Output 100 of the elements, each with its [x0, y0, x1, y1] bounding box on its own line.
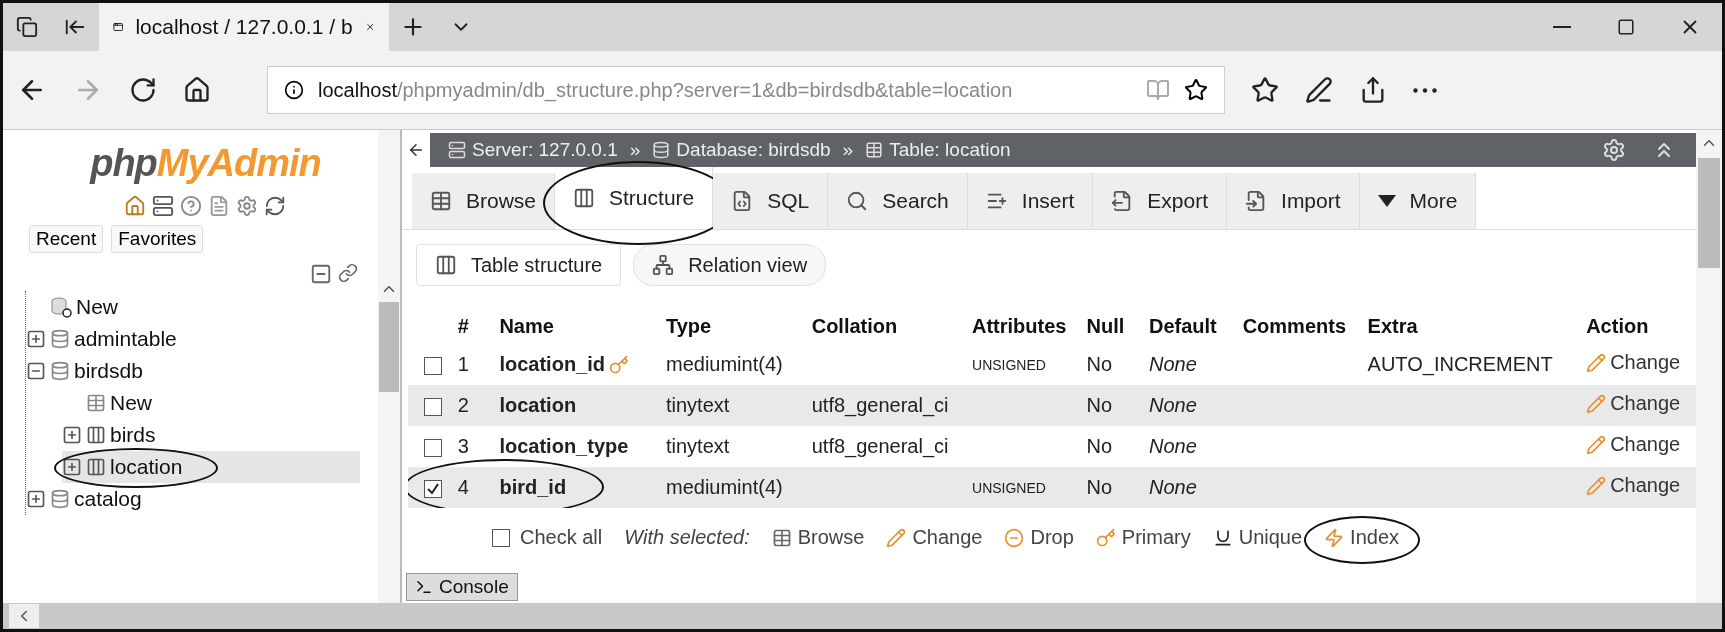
checkbox[interactable]: [424, 397, 442, 416]
tree-item[interactable]: location: [62, 451, 360, 483]
server-icon: [151, 195, 174, 217]
checkbox[interactable]: [424, 479, 442, 498]
address-field[interactable]: localhost/phpmyadmin/db_structure.php?server=1&db=birdsdb&table=location: [267, 66, 1225, 114]
pencil-icon: [1586, 352, 1607, 373]
pencil-icon: [1586, 434, 1607, 455]
breadcrumb-link[interactable]: Server: 127.0.0.1: [472, 139, 618, 161]
change-link[interactable]: Change: [1586, 351, 1681, 375]
table-icon: [865, 141, 884, 159]
sub-tab[interactable]: Relation view: [633, 244, 827, 286]
table-cell: mediumint(4): [661, 467, 808, 508]
dropdown-triangle-icon: [1377, 195, 1396, 207]
home-button[interactable]: [183, 76, 211, 104]
minimize-icon: [1553, 26, 1571, 28]
column-header: Name: [498, 313, 555, 339]
change-link[interactable]: Change: [1586, 433, 1681, 457]
column-name: location_type: [499, 435, 629, 458]
columns-icon: [573, 187, 596, 209]
table-cell: utf8_general_ci: [807, 385, 968, 426]
tab[interactable]: Export: [1093, 173, 1228, 229]
checkbox[interactable]: [424, 438, 442, 457]
pencil-icon: [886, 527, 907, 548]
breadcrumb-link[interactable]: Table: location: [889, 139, 1011, 161]
console-button[interactable]: Console: [406, 573, 518, 601]
with-selected-label: With selected:: [624, 526, 750, 549]
table-cell: None: [1144, 467, 1239, 508]
change-link[interactable]: Change: [1586, 474, 1681, 498]
tree-item[interactable]: New: [62, 387, 360, 419]
check-all-label[interactable]: Check all: [520, 526, 603, 549]
search-icon: [846, 190, 869, 212]
phpmyadmin-logo[interactable]: phpMyAdmin: [90, 142, 321, 185]
table-cell: 1: [453, 344, 496, 385]
expand-icon: [26, 329, 46, 349]
table-cell: UNSIGNED: [968, 344, 1083, 385]
checkbox[interactable]: [492, 528, 510, 547]
sidebar-tab[interactable]: Recent: [29, 225, 104, 253]
column-header: Default: [1147, 313, 1218, 339]
settings-icon: [235, 195, 258, 217]
tab[interactable]: Browse: [412, 173, 556, 229]
lightning-icon: [1324, 527, 1345, 548]
bulk-action-button[interactable]: Primary: [1095, 526, 1191, 549]
column-name: location: [499, 394, 577, 417]
bulk-action-button[interactable]: Change: [886, 526, 983, 549]
relation-icon: [652, 254, 675, 276]
tab[interactable]: Search: [828, 173, 968, 229]
collapse-icon: [26, 361, 46, 381]
table-icon: [771, 527, 792, 548]
refresh-button[interactable]: [129, 76, 157, 104]
tree-item[interactable]: birds: [62, 419, 360, 451]
sub-tab[interactable]: Table structure: [416, 244, 622, 286]
bulk-action-button[interactable]: Browse: [771, 526, 865, 549]
column-header: #: [456, 313, 470, 339]
checkbox[interactable]: [424, 356, 442, 375]
breadcrumb-separator: »: [629, 139, 641, 161]
scrollbar-thumb[interactable]: [1698, 158, 1720, 268]
tree-item[interactable]: birdsdb: [26, 355, 360, 387]
tree-item[interactable]: catalog: [26, 483, 360, 515]
table-cell: None: [1144, 426, 1239, 467]
scroll-left-button[interactable]: [9, 604, 39, 628]
column-header: Action: [1585, 313, 1650, 339]
expand-icon: [62, 425, 82, 445]
breadcrumb-separator: »: [842, 139, 854, 161]
tab[interactable]: Insert: [967, 173, 1094, 229]
favorites-button[interactable]: [1251, 76, 1279, 104]
database-add-icon: [50, 296, 72, 318]
home-icon: [123, 195, 146, 217]
bulk-action-button[interactable]: Drop: [1004, 526, 1074, 549]
database-icon: [50, 361, 70, 381]
reload-icon: [263, 195, 286, 217]
scrollbar[interactable]: [378, 130, 400, 603]
column-header: Type: [664, 313, 713, 339]
table-cell: mediumint(4): [661, 344, 808, 385]
change-link[interactable]: Change: [1586, 392, 1681, 416]
pencil-icon: [1586, 393, 1607, 414]
column-header: Comments: [1241, 313, 1347, 339]
browser-tab[interactable]: localhost / 127.0.0.1 / b: [99, 3, 389, 51]
table-cell: tinytext: [661, 426, 808, 467]
settings-icon: [1602, 138, 1626, 162]
sidebar-tab[interactable]: Favorites: [111, 225, 204, 253]
database-icon: [652, 141, 671, 159]
scrollbar-thumb[interactable]: [379, 302, 399, 392]
refresh-icon: [129, 76, 157, 104]
link-icon: [338, 263, 358, 283]
notes-button[interactable]: [1305, 76, 1333, 104]
table-cell: UNSIGNED: [968, 467, 1083, 508]
tab[interactable]: More: [1359, 173, 1477, 229]
tab[interactable]: SQL: [713, 173, 829, 229]
star-icon: [1184, 78, 1208, 102]
tree-item[interactable]: admintable: [26, 323, 360, 355]
scrollbar[interactable]: [1696, 130, 1722, 603]
tree-item[interactable]: New: [26, 291, 360, 323]
reading-view-icon: [1146, 78, 1170, 102]
pencil-icon: [1586, 475, 1607, 496]
breadcrumb-link[interactable]: Database: birdsdb: [676, 139, 831, 161]
bulk-action-button[interactable]: Index: [1324, 526, 1400, 549]
tab[interactable]: Import: [1227, 173, 1360, 229]
help-icon: [179, 195, 202, 217]
more-button[interactable]: [1413, 87, 1437, 93]
bulk-action-button[interactable]: Unique: [1212, 526, 1303, 549]
